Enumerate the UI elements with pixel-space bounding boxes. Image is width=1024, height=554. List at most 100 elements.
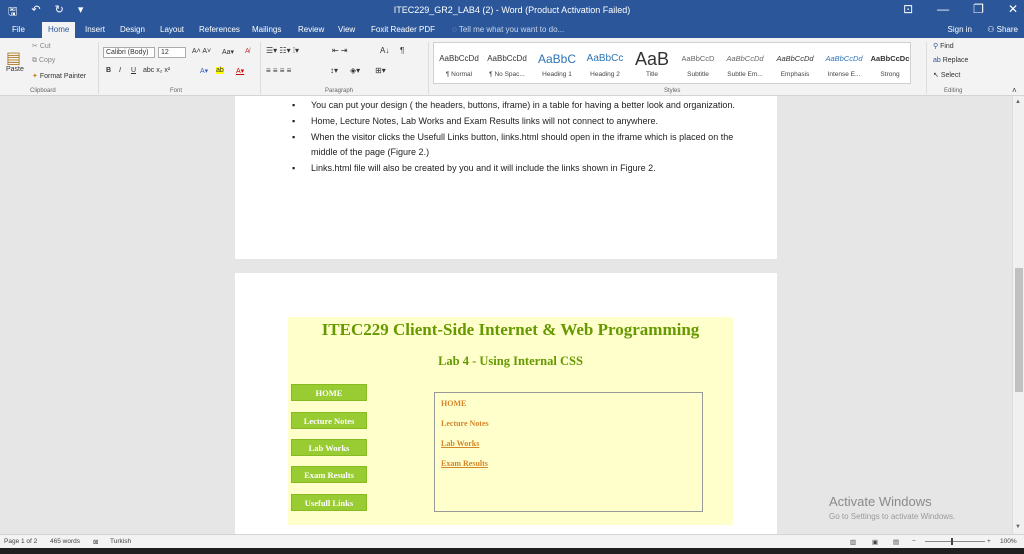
collapse-ribbon-icon[interactable]: ˄	[1012, 86, 1017, 95]
zoom-slider[interactable]	[925, 541, 985, 542]
tab-foxit-reader-pdf[interactable]: Foxit Reader PDF	[371, 25, 435, 34]
list-item: You can put your design ( the headers, b…	[292, 98, 742, 113]
paste-icon[interactable]: ▤	[6, 48, 21, 68]
underline-button[interactable]: U	[131, 67, 136, 74]
italic-button[interactable]: I	[119, 67, 121, 74]
format-painter-button[interactable]: ✦ Format Painter	[32, 72, 86, 80]
zoom-out-icon[interactable]: −	[912, 538, 916, 545]
vertical-scrollbar[interactable]: ▲ ▼	[1012, 96, 1024, 534]
tab-design[interactable]: Design	[120, 25, 145, 34]
zoom-level[interactable]: 100%	[1000, 538, 1017, 545]
divider	[260, 42, 261, 94]
share-label: Share	[996, 25, 1018, 34]
style-sample: AaBbCcDd	[487, 54, 527, 63]
style-normal[interactable]: AaBbCcDd ¶ Normal	[434, 47, 484, 85]
style-sample: AaBbCcDd	[825, 54, 863, 63]
clear-formatting-icon[interactable]: A̸	[245, 48, 250, 55]
ribbon-display-options-icon[interactable]: ⊡	[903, 2, 913, 16]
document-area[interactable]: You can put your design ( the headers, b…	[0, 96, 1012, 534]
word-count[interactable]: 465 words	[50, 538, 80, 545]
paste-button[interactable]: Paste	[6, 66, 24, 73]
read-mode-icon[interactable]: ▥	[850, 538, 856, 546]
grow-font-icon[interactable]: A˄ A˅	[192, 48, 211, 55]
style-label: Heading 2	[590, 71, 620, 78]
replace-icon: ab	[933, 57, 943, 64]
tab-file[interactable]: File	[12, 25, 25, 34]
style-subtle-emphasis[interactable]: AaBbCcDd Subtle Em...	[720, 47, 770, 85]
sort-icon[interactable]: A↓	[380, 46, 389, 55]
tell-me-text: Tell me what you want to do...	[458, 25, 565, 34]
minimize-button[interactable]: —	[937, 2, 949, 16]
nav-button-usefull-links: Usefull Links	[291, 494, 367, 511]
window-controls: ⊡ — ❐ ✕	[903, 2, 1018, 16]
borders-icon[interactable]: ⊞▾	[375, 66, 386, 75]
pilcrow-icon[interactable]: ¶	[400, 46, 404, 55]
style-emphasis[interactable]: AaBbCcDd Emphasis	[770, 47, 820, 85]
scroll-up-icon[interactable]: ▲	[1015, 99, 1021, 105]
style-sample: AaBbCcD	[681, 54, 715, 63]
change-case-icon[interactable]: Aa▾	[222, 48, 234, 56]
paragraph-group-label: Paragraph	[325, 88, 354, 94]
copy-label: Copy	[38, 57, 56, 64]
style-heading-2[interactable]: AaBbCc Heading 2	[580, 47, 630, 85]
tab-mailings[interactable]: Mailings	[252, 25, 281, 34]
shading-icon[interactable]: ◈▾	[350, 66, 360, 75]
align-icon[interactable]: ≡ ≡ ≡ ≡	[266, 66, 291, 75]
select-button[interactable]: ↖ Select	[933, 71, 960, 79]
indent-icon[interactable]: ⇤ ⇥	[332, 46, 348, 55]
scroll-down-icon[interactable]: ▼	[1015, 524, 1021, 530]
customize-qat-icon[interactable]: ▾	[78, 3, 84, 22]
cut-button[interactable]: ✂ Cut	[32, 42, 51, 50]
style-label: Subtitle	[687, 71, 709, 78]
font-name-select[interactable]: Calibri (Body)	[103, 47, 155, 58]
print-layout-icon[interactable]: ▣	[872, 538, 878, 546]
style-intense-emphasis[interactable]: AaBbCcDd Intense E...	[819, 47, 869, 85]
save-icon[interactable]: 🖫	[8, 3, 17, 22]
bullets-icon[interactable]: ☰▾ ☷▾ ⁞▾	[266, 46, 299, 55]
style-subtitle[interactable]: AaBbCcD Subtitle	[673, 47, 723, 85]
highlight-icon[interactable]: ab	[216, 67, 224, 74]
ribbon-tabs: File Home Insert Design Layout Reference…	[0, 22, 1024, 38]
share-button[interactable]: ⚇ Share	[987, 25, 1018, 34]
tab-view[interactable]: View	[338, 25, 355, 34]
close-button[interactable]: ✕	[1008, 2, 1018, 16]
undo-icon[interactable]: ↶	[31, 3, 40, 22]
strikethrough-icon[interactable]: abc x₂ x²	[143, 67, 170, 74]
font-color-icon[interactable]: A▾	[236, 67, 244, 75]
zoom-slider-thumb[interactable]	[951, 538, 953, 545]
style-sample: AaB	[634, 49, 670, 69]
document-page[interactable]: ITEC229 Client-Side Internet & Web Progr…	[235, 273, 777, 534]
select-label: Select	[940, 72, 961, 79]
zoom-in-icon[interactable]: +	[987, 538, 991, 545]
language-indicator[interactable]: Turkish	[110, 538, 131, 545]
document-page[interactable]: You can put your design ( the headers, b…	[235, 96, 777, 259]
divider	[926, 42, 927, 94]
tab-insert[interactable]: Insert	[85, 25, 105, 34]
proofing-icon[interactable]: ⊠	[93, 538, 98, 546]
style-heading-1[interactable]: AaBbC Heading 1	[532, 47, 582, 85]
sign-in-link[interactable]: Sign in	[948, 25, 972, 34]
text-effects-icon[interactable]: A▾	[200, 67, 208, 75]
font-size-select[interactable]: 12	[158, 47, 186, 58]
restore-button[interactable]: ❐	[973, 2, 984, 16]
tab-review[interactable]: Review	[298, 25, 324, 34]
tell-me-search[interactable]: ◌ Tell me what you want to do...	[452, 25, 564, 34]
line-spacing-icon[interactable]: ↕▾	[330, 66, 338, 75]
style-sample: AaBbCcDd	[439, 54, 479, 63]
bold-button[interactable]: B	[106, 67, 111, 74]
tab-layout[interactable]: Layout	[160, 25, 184, 34]
tab-home[interactable]: Home	[42, 22, 76, 38]
scrollbar-thumb[interactable]	[1015, 268, 1023, 392]
find-button[interactable]: ⚲ Find	[933, 42, 954, 50]
redo-icon[interactable]: ↻	[55, 3, 64, 22]
style-no-spacing[interactable]: AaBbCcDd ¶ No Spac...	[482, 47, 532, 85]
style-strong[interactable]: AaBbCcDc Strong	[865, 47, 915, 85]
replace-button[interactable]: ab Replace	[933, 57, 968, 64]
page-count[interactable]: Page 1 of 2	[4, 538, 37, 545]
tab-references[interactable]: References	[199, 25, 240, 34]
web-layout-icon[interactable]: ▤	[893, 538, 899, 546]
style-title[interactable]: AaB Title	[627, 47, 677, 85]
style-sample: AaBbCc	[586, 53, 624, 64]
copy-button[interactable]: ⧉ Copy	[32, 57, 55, 65]
style-label: Subtle Em...	[727, 71, 763, 78]
